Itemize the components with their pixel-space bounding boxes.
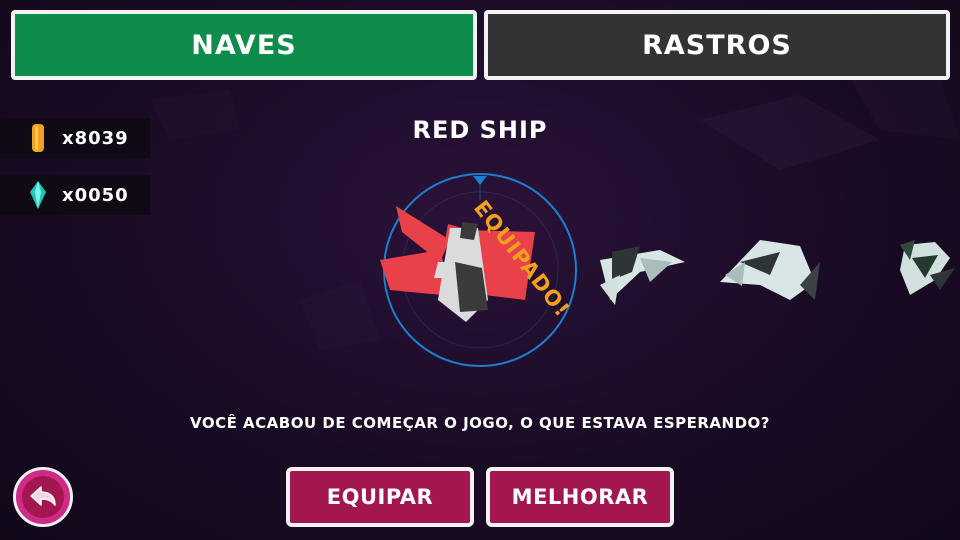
upgrade-button[interactable]: MELHORAR bbox=[486, 467, 674, 527]
back-button[interactable] bbox=[13, 467, 73, 527]
grey-ship-3[interactable] bbox=[900, 240, 955, 295]
grey-ship-2[interactable] bbox=[720, 240, 820, 300]
ship-carousel bbox=[380, 173, 955, 367]
equip-button[interactable]: EQUIPAR bbox=[286, 467, 474, 527]
grey-ship-1[interactable] bbox=[600, 246, 685, 305]
info-message: VOCÊ ACABOU DE COMEÇAR O JOGO, O QUE EST… bbox=[189, 414, 770, 432]
back-arrow-icon bbox=[30, 486, 56, 506]
